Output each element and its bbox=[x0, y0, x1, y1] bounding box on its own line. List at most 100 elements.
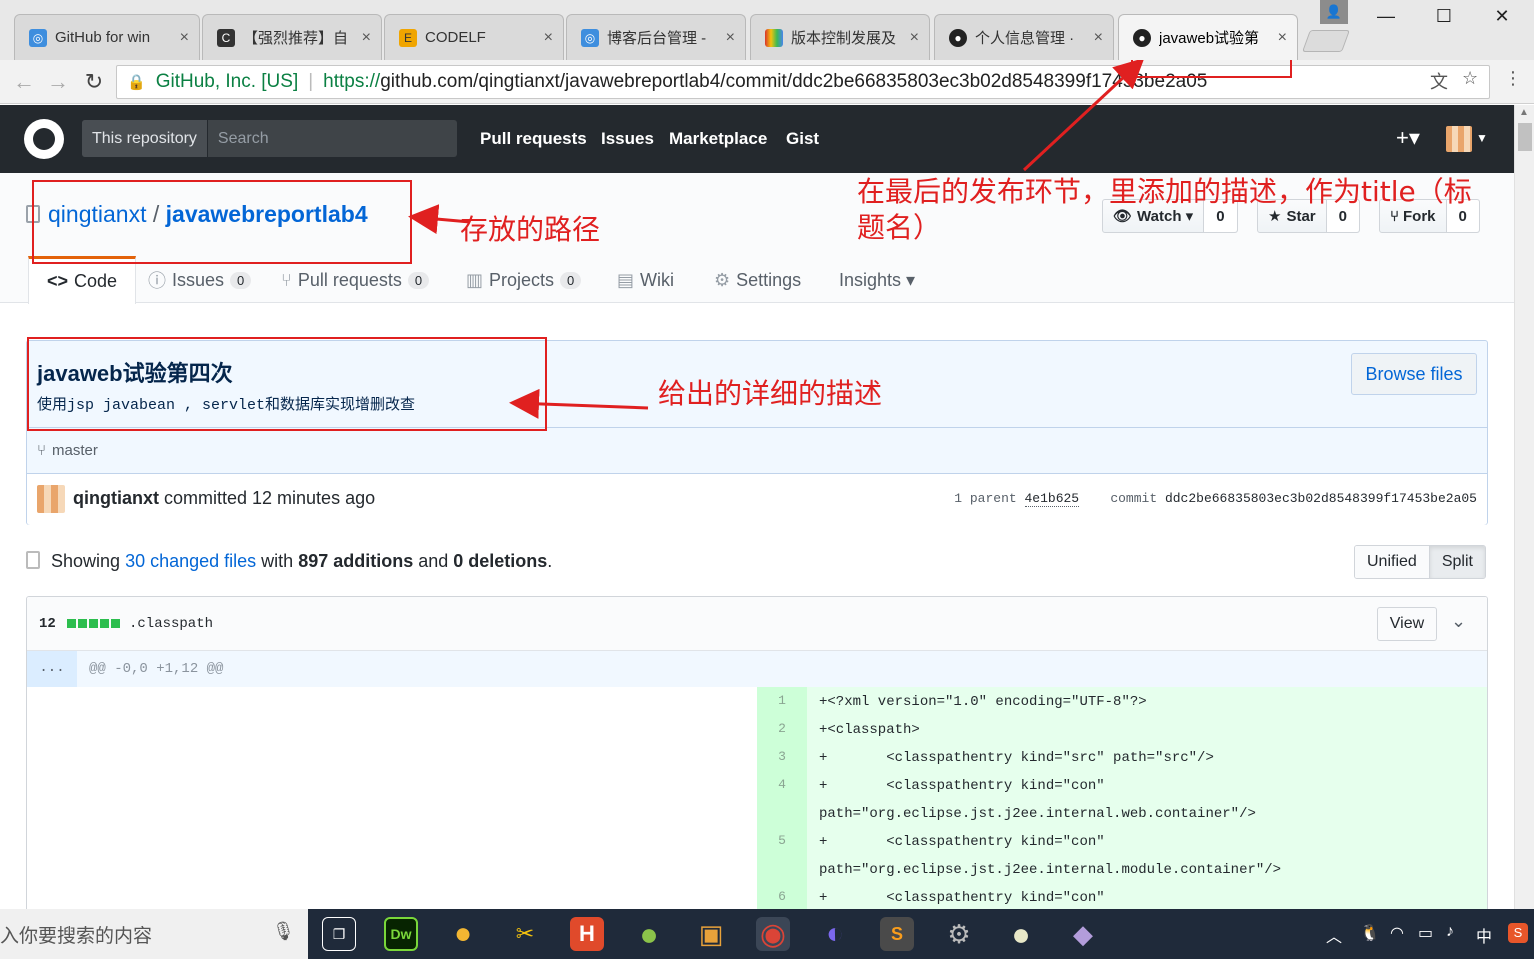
chrome-icon[interactable]: ◉ bbox=[756, 917, 790, 951]
dreamweaver-icon[interactable]: Dw bbox=[384, 917, 418, 951]
line-number[interactable]: 1 bbox=[757, 693, 807, 708]
new-tab-button[interactable] bbox=[1301, 30, 1351, 52]
tab-wiki[interactable]: ▤ Wiki bbox=[617, 257, 674, 303]
close-icon[interactable]: × bbox=[362, 29, 371, 47]
menu-icon[interactable]: ⋮ bbox=[1504, 68, 1522, 89]
split-button[interactable]: Split bbox=[1428, 546, 1485, 578]
gear-app-icon[interactable]: ⚙ bbox=[942, 917, 976, 951]
tab-label: Projects bbox=[489, 269, 555, 290]
taskbar-search-placeholder: 入你要搜索的内容 bbox=[0, 925, 153, 947]
create-new-button[interactable]: +▾ bbox=[1396, 125, 1420, 151]
commit-meta: qingtianxt committed 12 minutes ago 1 pa… bbox=[27, 473, 1487, 525]
nav-issues[interactable]: Issues bbox=[601, 129, 654, 149]
projects-counter: 0 bbox=[560, 271, 582, 289]
diff-view-toggle: Unified Split bbox=[1354, 545, 1486, 579]
tray-chevron-up-icon[interactable]: ︿ bbox=[1326, 923, 1342, 947]
browser-tab-3[interactable]: E CODELF × bbox=[384, 14, 564, 60]
author-link[interactable]: qingtianxt bbox=[73, 488, 159, 508]
close-icon[interactable]: × bbox=[910, 29, 919, 47]
branch-name[interactable]: ⑂ master bbox=[37, 442, 98, 459]
expand-hunk-button[interactable]: ... bbox=[27, 651, 77, 687]
hbuilder-icon[interactable]: H bbox=[570, 917, 604, 951]
reload-icon[interactable]: ↻ bbox=[80, 69, 108, 95]
wifi-icon[interactable]: ◠ bbox=[1390, 923, 1404, 943]
forward-icon[interactable]: → bbox=[44, 69, 72, 95]
search-input[interactable]: This repository Search bbox=[82, 120, 457, 157]
user-avatar[interactable] bbox=[1446, 126, 1472, 152]
commit-author-line: qingtianxt committed 12 minutes ago bbox=[73, 488, 375, 509]
taskbar-search-input[interactable]: 入你要搜索的内容 bbox=[0, 909, 308, 959]
app-circle-icon[interactable]: ● bbox=[1004, 916, 1038, 952]
parent-sha-link[interactable]: 4e1b625 bbox=[1024, 491, 1080, 507]
close-icon[interactable]: × bbox=[180, 29, 189, 47]
line-number[interactable]: 4 bbox=[757, 777, 807, 792]
translate-icon[interactable]: 文 bbox=[1430, 68, 1448, 94]
close-icon[interactable]: × bbox=[1278, 29, 1287, 47]
view-file-button[interactable]: View bbox=[1377, 607, 1437, 641]
tab-settings[interactable]: ⚙ Settings bbox=[714, 257, 801, 303]
box-icon[interactable]: ▣ bbox=[694, 917, 728, 951]
close-icon[interactable]: × bbox=[1094, 29, 1103, 47]
app-yellow-icon[interactable]: ● bbox=[446, 917, 480, 951]
browser-tab-5[interactable]: 版本控制发展及 × bbox=[750, 14, 930, 60]
hunk-text: @@ -0,0 +1,12 @@ bbox=[89, 661, 224, 677]
ime-indicator[interactable]: 中 bbox=[1476, 923, 1492, 947]
github-icon: ● bbox=[949, 28, 967, 47]
browser-toolbar: ← → ↻ 🔒 GitHub, Inc. [US] | https:// git… bbox=[0, 60, 1534, 104]
nav-marketplace[interactable]: Marketplace bbox=[669, 129, 767, 149]
browser-tab-2[interactable]: C 【强烈推荐】自 × bbox=[202, 14, 382, 60]
volume-icon[interactable]: ♪ bbox=[1446, 923, 1454, 941]
github-logo-icon[interactable] bbox=[24, 119, 64, 159]
avatar[interactable] bbox=[37, 485, 65, 513]
nav-pull-requests[interactable]: Pull requests bbox=[480, 129, 587, 149]
chevron-down-icon[interactable]: ▼ bbox=[1476, 131, 1488, 145]
windows-taskbar: 入你要搜索的内容 🎙 ❐ Dw ● ✂ H ● ▣ ◉ ◐ S ⚙ ● ◆ ︿ … bbox=[0, 909, 1534, 959]
diffstat-block bbox=[67, 619, 76, 628]
line-number[interactable]: 6 bbox=[757, 889, 807, 904]
back-icon[interactable]: ← bbox=[10, 69, 38, 95]
diffstat-block bbox=[100, 619, 109, 628]
unified-button[interactable]: Unified bbox=[1355, 546, 1429, 578]
line-number[interactable]: 3 bbox=[757, 749, 807, 764]
chevron-down-icon[interactable]: ⌄ bbox=[1451, 611, 1466, 632]
app-green-icon[interactable]: ● bbox=[632, 916, 666, 952]
qq-icon[interactable]: 🐧 bbox=[1360, 923, 1380, 943]
line-number[interactable]: 5 bbox=[757, 833, 807, 848]
browser-tab-4[interactable]: ◎ 博客后台管理 - × bbox=[566, 14, 746, 60]
close-icon[interactable]: × bbox=[726, 29, 735, 47]
browser-tab-1[interactable]: ◎ GitHub for win × bbox=[14, 14, 200, 60]
close-icon[interactable]: × bbox=[544, 29, 553, 47]
code-line: + <classpathentry kind="con" bbox=[819, 778, 1105, 794]
minimize-button[interactable]: — bbox=[1366, 6, 1406, 27]
scroll-thumb[interactable] bbox=[1518, 123, 1532, 151]
file-name-link[interactable]: .classpath bbox=[129, 616, 213, 632]
lock-icon: 🔒 bbox=[127, 74, 146, 91]
task-view-icon[interactable]: ❐ bbox=[322, 917, 356, 951]
tab-label: 博客后台管理 - bbox=[607, 30, 707, 47]
sogou-ime-icon[interactable]: S bbox=[1508, 923, 1528, 943]
sublime-icon[interactable]: S bbox=[880, 917, 914, 951]
scroll-up-icon[interactable]: ▲ bbox=[1519, 107, 1529, 118]
annotation-detail-label: 给出的详细的描述 bbox=[658, 377, 883, 410]
branch-icon: ⑂ bbox=[37, 442, 47, 459]
eclipse-icon[interactable]: ◐ bbox=[818, 917, 852, 951]
browse-files-button[interactable]: Browse files bbox=[1351, 353, 1477, 395]
tab-projects[interactable]: ▥ Projects 0 bbox=[466, 257, 582, 303]
nav-gist[interactable]: Gist bbox=[786, 129, 819, 149]
microphone-icon[interactable]: 🎙 bbox=[272, 921, 295, 942]
url-text: github.com/qingtianxt/javawebreportlab4/… bbox=[380, 71, 1208, 92]
maximize-button[interactable]: ☐ bbox=[1424, 6, 1464, 27]
changed-files-link[interactable]: 30 changed files bbox=[125, 551, 256, 571]
profile-icon[interactable]: 👤 bbox=[1320, 0, 1348, 24]
browser-tab-6[interactable]: ● 个人信息管理 · × bbox=[934, 14, 1114, 60]
browser-tab-active[interactable]: ● javaweb试验第 × bbox=[1118, 14, 1298, 60]
star-icon[interactable]: ☆ bbox=[1462, 68, 1478, 89]
page-scrollbar[interactable]: ▲ bbox=[1514, 105, 1534, 909]
window-close-button[interactable]: ✕ bbox=[1482, 6, 1522, 27]
github-desktop-icon[interactable]: ◆ bbox=[1066, 917, 1100, 951]
battery-icon[interactable]: ▭ bbox=[1418, 923, 1433, 943]
tab-label: Pull requests bbox=[297, 269, 402, 290]
tools-icon[interactable]: ✂ bbox=[508, 917, 542, 951]
tab-insights[interactable]: Insights ▾ bbox=[839, 257, 915, 303]
line-number[interactable]: 2 bbox=[757, 721, 807, 736]
